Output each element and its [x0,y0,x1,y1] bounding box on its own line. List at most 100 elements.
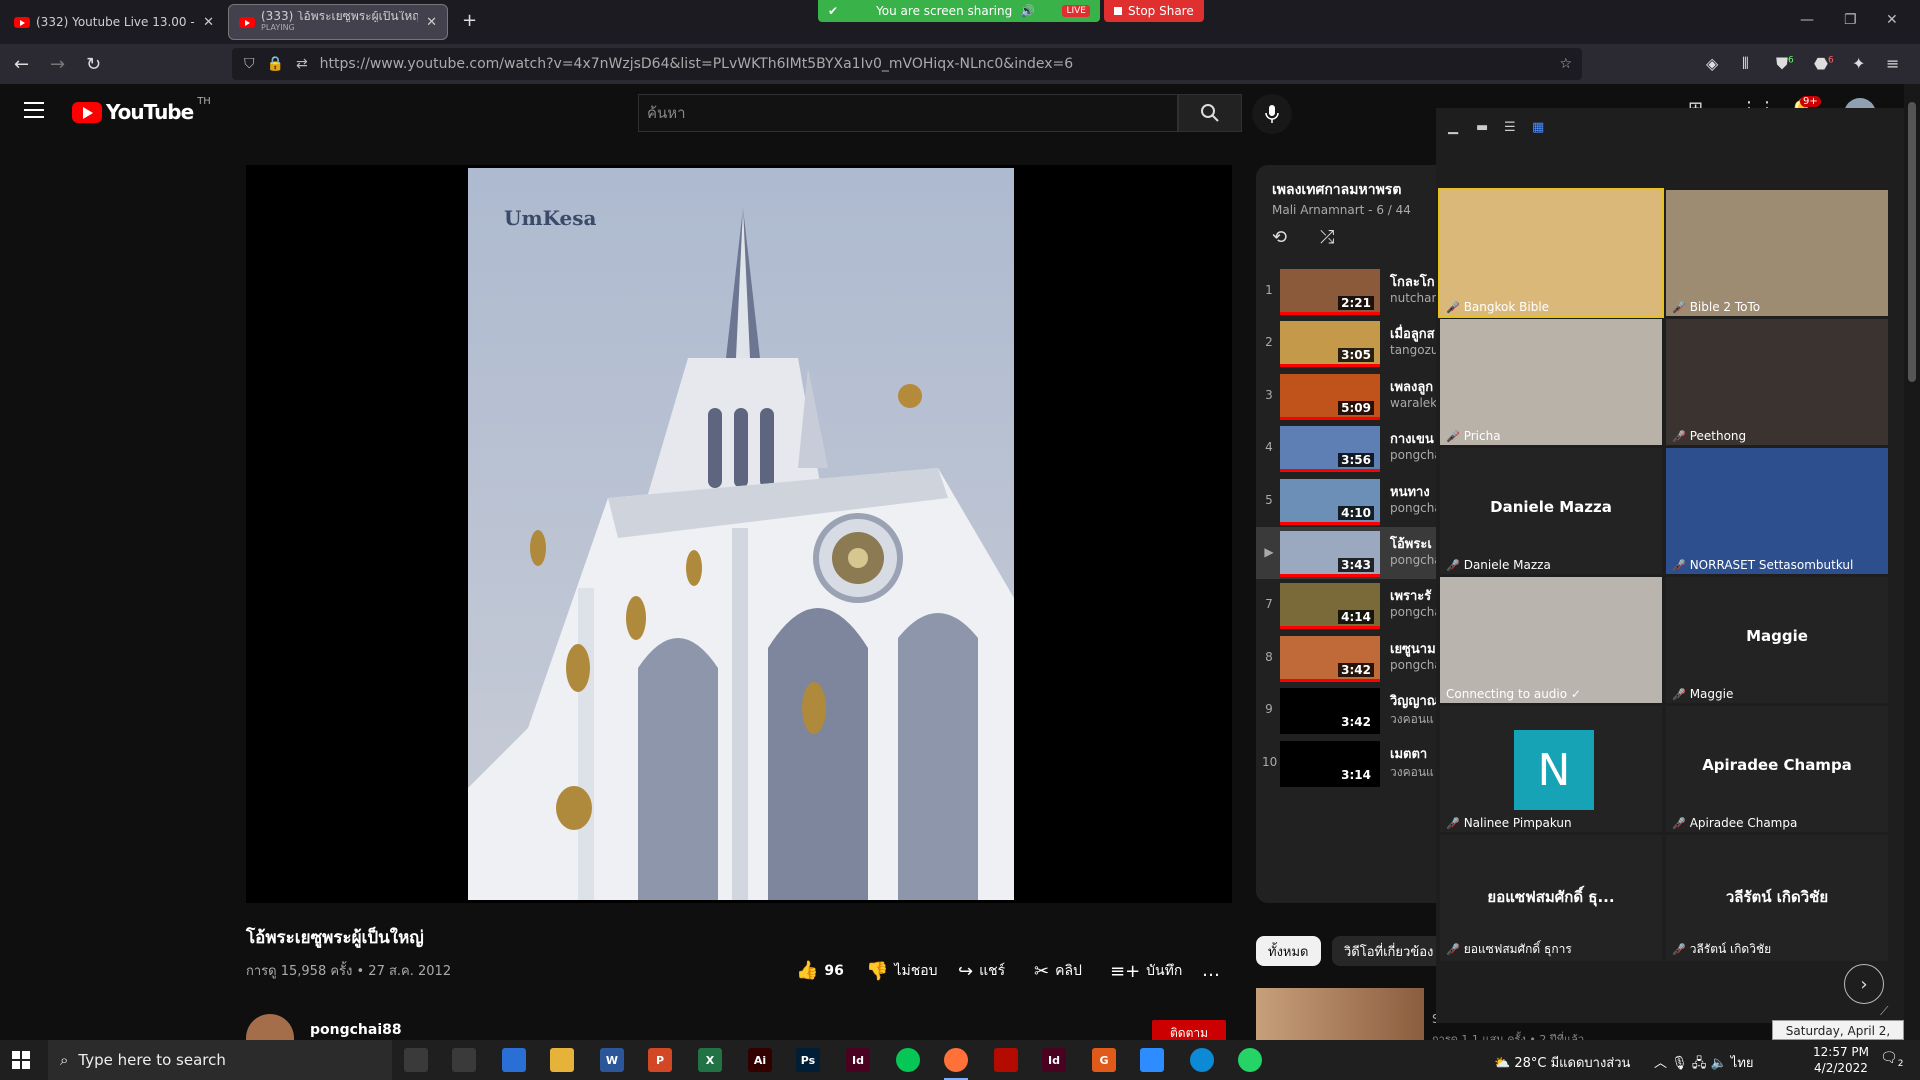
playlist-item-thumbnail[interactable]: 3:05 [1280,321,1380,368]
cortana-icon[interactable] [404,1048,428,1072]
video-player[interactable]: UmKesa [246,165,1232,903]
voice-search-button[interactable] [1252,94,1292,134]
participant-tile[interactable]: ยอแซฟสมศักดิ์ ธุ... 🎤̸ ยอแซฟสมศักดิ์ ธุการ [1440,835,1662,961]
playlist-title[interactable]: เพลงเทศกาลมหาพรต [1272,179,1401,201]
playlist-item-title[interactable]: โกละโก [1390,271,1435,292]
chip-all[interactable]: ทั้งหมด [1256,936,1321,966]
tab-current-video[interactable]: (333) โอ้พระเยซูพระผู้เป็นใหญ่ - Yo PLAY… [228,4,448,40]
system-clock[interactable]: 12:57 PM 4/2/2022 [1808,1044,1874,1076]
close-tab-icon[interactable]: ✕ [426,15,437,30]
participant-tile[interactable]: 🎤̸ Pricha [1440,319,1662,445]
share-button[interactable]: ↪ แชร์ [958,960,1005,982]
library-icon[interactable]: ⫴ [1742,54,1749,74]
tray-mic-icon[interactable]: 🎙 [1671,1056,1688,1071]
playlist-item-title[interactable]: เพราะรั [1390,585,1431,606]
reload-icon[interactable]: ↻ [86,54,101,75]
youtube-logo[interactable]: YouTube TH [72,96,211,124]
like-button[interactable]: 👍 96 [796,960,844,981]
playlist-item-thumbnail[interactable]: 5:09 [1280,373,1380,420]
zoom-speaker-view-icon[interactable]: ▬ [1476,120,1488,135]
search-input[interactable] [638,94,1178,132]
minimize-window-icon[interactable]: — [1800,12,1814,28]
bookmark-star-icon[interactable]: ☆ [1559,56,1572,72]
url-text[interactable]: https://www.youtube.com/watch?v=4x7nWzjs… [320,56,1073,72]
participant-tile[interactable]: วลีรัตน์ เกิดวิชัย 🎤̸ วลีรัตน์ เกิดวิชัย [1666,835,1888,961]
task-view-icon[interactable] [452,1048,476,1072]
input-language[interactable]: ไทย [1731,1056,1754,1071]
guide-menu-icon[interactable] [24,102,44,118]
playlist-item-title[interactable]: เพลงลูก [1390,376,1433,397]
edge-icon[interactable] [1190,1048,1214,1072]
back-arrow-icon[interactable]: ← [14,54,29,75]
calculator-icon[interactable] [502,1048,526,1072]
playlist-item-title[interactable]: วิญญาณ [1390,690,1436,711]
more-actions-button[interactable]: … [1202,960,1220,981]
playlist-item-thumbnail[interactable]: 3:43 [1280,531,1380,577]
playlist-item[interactable]: 7 4:14 เพราะรัpongcha [1256,579,1436,631]
firefox-icon[interactable] [944,1048,968,1080]
action-center-icon[interactable]: 🗨2 [1880,1050,1904,1069]
scrollbar-thumb[interactable] [1908,102,1916,382]
channel-name[interactable]: pongchai88 [310,1022,402,1038]
playlist-item[interactable]: 10 3:14 เมตตา วงคอนแ [1256,737,1436,789]
playlist-item-title[interactable]: โอ้พระเ [1390,533,1432,554]
participant-tile[interactable]: 🎤̸ Bangkok Bible [1438,188,1664,318]
participant-tile[interactable]: 🎤̸ Peethong [1666,319,1888,445]
shield-icon[interactable]: ⛉ [244,56,255,72]
search-button[interactable] [1178,94,1242,132]
stop-share-button[interactable]: Stop Share [1104,0,1204,22]
playlist-item-title[interactable]: เมตตา [1390,743,1427,764]
clip-button[interactable]: ✂ คลิป [1034,960,1082,982]
close-tab-icon[interactable]: ✕ [203,15,214,30]
forward-arrow-icon[interactable]: → [50,54,65,75]
playlist-item-title[interactable]: เมื่อลูกส [1390,323,1435,344]
playlist-item[interactable]: 9 3:42 วิญญาณ วงคอนแ [1256,684,1436,736]
playlist-item-thumbnail[interactable]: 3:42 [1280,688,1380,735]
zoom-icon[interactable] [1140,1048,1164,1072]
powerpoint-icon[interactable]: P [648,1048,672,1072]
playlist-item[interactable]: 5 4:10 หนทางpongcha [1256,475,1436,527]
playlist-item-title[interactable]: กางเขน [1390,428,1434,449]
permissions-icon[interactable]: ⇄ [296,56,308,72]
playlist-item-thumbnail[interactable]: 2:21 [1280,269,1380,315]
weather-widget[interactable]: ⛅ 28°C มีแดดบางส่วน [1494,1052,1630,1073]
tab-youtube-live[interactable]: (332) Youtube Live 13.00 -15.00 ✕ [4,4,224,40]
shuffle-icon[interactable]: ⤮ [1320,227,1334,248]
windows-start-icon[interactable] [12,1051,30,1069]
tray-network-icon[interactable]: 🖧 [1692,1056,1707,1071]
new-tab-button[interactable]: + [462,10,477,31]
playlist-item[interactable]: ▶ 3:43 โอ้พระเpongcha [1256,527,1436,579]
line-icon[interactable] [896,1048,920,1072]
page-scrollbar[interactable] [1904,84,1920,1040]
recommended-video-thumbnail[interactable] [1256,988,1424,1040]
restore-window-icon[interactable]: ❐ [1844,12,1857,28]
playlist-item-thumbnail[interactable]: 3:14 [1280,740,1380,787]
file-explorer-icon[interactable] [550,1048,574,1072]
illustrator-icon[interactable]: Ai [748,1048,772,1072]
save-button[interactable]: ≡+ บันทึก [1110,960,1182,982]
word-icon[interactable]: W [600,1048,624,1072]
loop-icon[interactable]: ⟲ [1272,227,1287,248]
playlist-item-thumbnail[interactable]: 4:10 [1280,478,1380,525]
playlist-item[interactable]: 1 2:21 โกละโกnutchana [1256,265,1436,317]
next-page-button[interactable]: › [1844,964,1884,1004]
participant-tile[interactable]: Maggie 🎤̸ Maggie [1666,577,1888,703]
participant-tile[interactable]: Connecting to audio ✓ [1440,577,1662,703]
tray-volume-icon[interactable]: 🔈 [1710,1056,1726,1071]
participant-tile[interactable]: Daniele Mazza 🎤̸ Daniele Mazza [1440,448,1662,574]
playlist-item[interactable]: 3 5:09 เพลงลูกwaralekk [1256,370,1436,422]
playlist-item[interactable]: 4 3:56 กางเขนpongcha [1256,422,1436,474]
zoom-minimize-icon[interactable]: ▁ [1448,120,1458,135]
participant-tile[interactable]: Apiradee Champa 🎤̸ Apiradee Champa [1666,706,1888,832]
participant-tile[interactable]: 🎤̸ Bible 2 ToTo [1666,190,1888,316]
volume-icon[interactable]: 🔊 [1020,4,1035,18]
acrobat-icon[interactable] [994,1048,1018,1072]
indesign-icon[interactable]: Id [846,1048,870,1072]
indesign-2-icon[interactable]: Id [1042,1048,1066,1072]
chip-related-videos[interactable]: วิดีโอที่เกี่ยวข้อง [1332,936,1436,966]
participant-tile[interactable]: 🎤̸ NORRASET Settasombutkul [1666,448,1888,574]
playlist-item-title[interactable]: หนทาง [1390,481,1430,502]
taskbar-search-box[interactable]: ⌕ Type here to search [48,1040,392,1080]
playlist-item[interactable]: 2 3:05 เมื่อลูกส tangozu [1256,317,1436,369]
zoom-gallery-view-icon[interactable]: ▦ [1532,120,1544,135]
